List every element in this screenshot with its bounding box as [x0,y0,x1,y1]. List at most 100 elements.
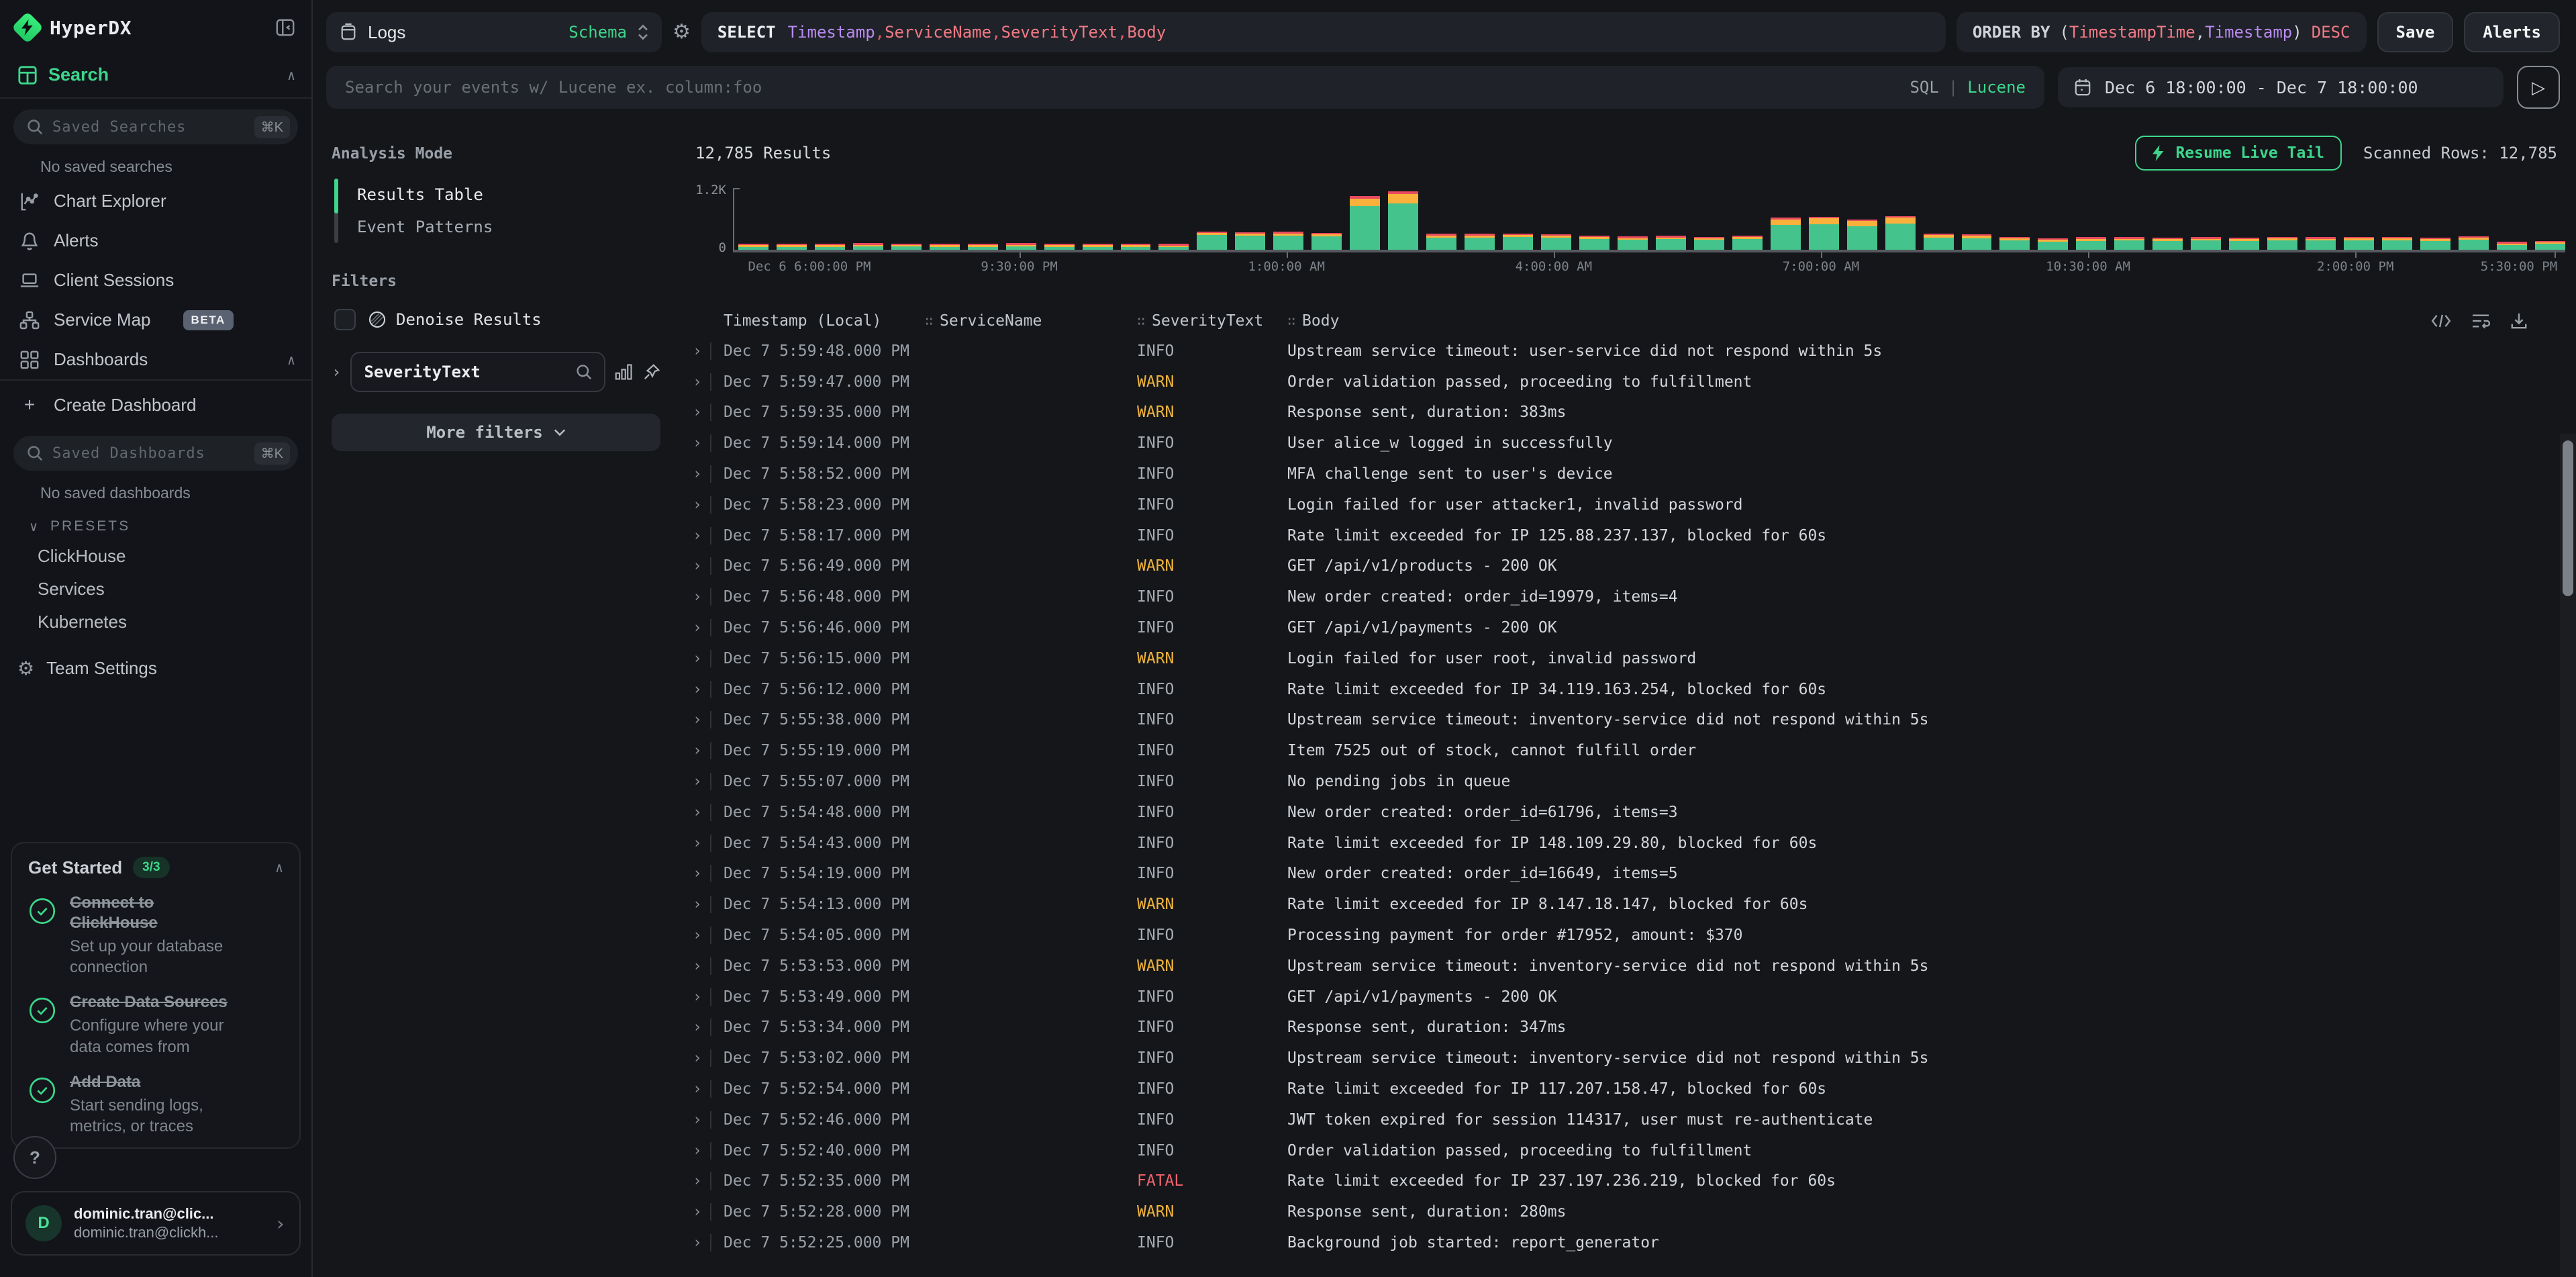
chart-bar[interactable] [2459,236,2489,250]
help-button[interactable]: ? [13,1136,56,1179]
sidebar-item-alerts[interactable]: Alerts [0,221,311,261]
mode-event-patterns[interactable]: Event Patterns [338,211,493,243]
chart-bar[interactable] [1350,196,1380,250]
saved-dashboards-input[interactable]: Saved Dashboards ⌘K [13,436,298,471]
preset-services[interactable]: Services [0,573,311,606]
row-expand-chevron-icon[interactable]: › [693,742,710,759]
table-row[interactable]: ›Dec 7 5:56:48.000 PMINFONew order creat… [693,581,2576,612]
table-row[interactable]: ›Dec 7 5:56:15.000 PMWARNLogin failed fo… [693,643,2576,674]
chart-bar[interactable] [2306,237,2336,250]
chart-bar[interactable] [1197,232,1227,250]
denoise-checkbox[interactable] [334,309,356,330]
table-row[interactable]: ›Dec 7 5:59:47.000 PMWARNOrder validatio… [693,367,2576,397]
table-row[interactable]: ›Dec 7 5:58:23.000 PMINFOLogin failed fo… [693,489,2576,520]
chart-bar[interactable] [815,244,845,250]
chart-bar[interactable] [2191,237,2221,250]
table-row[interactable]: ›Dec 7 5:56:46.000 PMINFOGET /api/v1/pay… [693,612,2576,643]
row-expand-chevron-icon[interactable]: › [693,588,710,606]
chart-bar[interactable] [1503,234,1533,250]
chart-bar[interactable] [1388,191,1418,250]
table-row[interactable]: ›Dec 7 5:54:13.000 PMWARNRate limit exce… [693,889,2576,920]
chart-bar[interactable] [1924,234,1954,250]
table-row[interactable]: ›Dec 7 5:58:52.000 PMINFOMFA challenge s… [693,459,2576,489]
chart-bar[interactable] [1885,216,1916,250]
chart-bar[interactable] [2076,237,2106,250]
row-expand-chevron-icon[interactable]: › [693,1049,710,1067]
user-menu[interactable]: D dominic.tran@clic... dominic.tran@clic… [11,1191,301,1256]
more-filters-button[interactable]: More filters [332,414,660,451]
row-expand-chevron-icon[interactable]: › [693,711,710,728]
sql-option[interactable]: SQL [1910,78,1938,97]
col-header-body[interactable]: ∷Body [1287,312,2431,330]
row-expand-chevron-icon[interactable]: › [693,957,710,975]
row-expand-chevron-icon[interactable]: › [693,1203,710,1221]
row-expand-chevron-icon[interactable]: › [693,1080,710,1098]
select-query-input[interactable]: SELECT Timestamp,ServiceName,SeverityTex… [701,12,1946,52]
table-row[interactable]: ›Dec 7 5:55:19.000 PMINFOItem 7525 out o… [693,735,2576,766]
row-expand-chevron-icon[interactable]: › [693,927,710,944]
create-dashboard-button[interactable]: + Create Dashboard [0,381,311,425]
chart-bar[interactable] [1847,220,1877,250]
chart-bar[interactable] [1006,243,1036,250]
sidebar-item-team-settings[interactable]: ⚙ Team Settings [0,638,311,690]
chart-bar[interactable] [2114,237,2144,250]
chart-bar[interactable] [1694,237,1724,250]
row-expand-chevron-icon[interactable]: › [693,1142,710,1160]
chart-bar[interactable] [968,244,998,250]
row-expand-chevron-icon[interactable]: › [693,1172,710,1190]
chart-bar[interactable] [853,243,883,250]
table-row[interactable]: ›Dec 7 5:52:46.000 PMINFOJWT token expir… [693,1104,2576,1135]
chart-bar[interactable] [1235,232,1265,250]
row-expand-chevron-icon[interactable]: › [693,373,710,391]
sidebar-item-service-map[interactable]: Service Map BETA [0,300,311,340]
sidebar-item-chart-explorer[interactable]: Chart Explorer [0,181,311,221]
chart-bar[interactable] [1962,234,1992,250]
chevron-up-icon[interactable]: ∧ [287,67,295,83]
save-button[interactable]: Save [2377,12,2454,52]
chart-bar[interactable] [2382,237,2412,250]
preset-clickhouse[interactable]: ClickHouse [0,540,311,573]
row-expand-chevron-icon[interactable]: › [693,404,710,421]
chart-bar[interactable] [1273,232,1303,250]
table-row[interactable]: ›Dec 7 5:52:35.000 PMFATALRate limit exc… [693,1166,2576,1197]
source-settings-gear-icon[interactable]: ⚙ [673,22,691,42]
resume-live-tail-button[interactable]: Resume Live Tail [2135,136,2342,171]
table-row[interactable]: ›Dec 7 5:59:14.000 PMINFOUser alice_w lo… [693,428,2576,459]
run-query-button[interactable]: ▷ [2517,66,2560,109]
row-expand-chevron-icon[interactable]: › [693,342,710,360]
table-row[interactable]: ›Dec 7 5:54:43.000 PMINFORate limit exce… [693,828,2576,859]
source-select[interactable]: Logs Schema [326,12,662,52]
row-expand-chevron-icon[interactable]: › [693,1111,710,1129]
chart-bar[interactable] [1311,233,1342,250]
language-toggle[interactable]: SQL|Lucene [1910,78,2026,97]
table-row[interactable]: ›Dec 7 5:52:28.000 PMWARNResponse sent, … [693,1196,2576,1227]
sidebar-collapse-icon[interactable] [275,17,295,38]
table-row[interactable]: ›Dec 7 5:52:40.000 PMINFOOrder validatio… [693,1135,2576,1166]
chart-bar[interactable] [738,244,769,250]
chart-bar[interactable] [1426,234,1456,250]
row-expand-chevron-icon[interactable]: › [693,681,710,698]
chevron-up-icon[interactable]: ∧ [287,352,295,368]
chart-bar[interactable] [1158,244,1189,250]
alerts-button[interactable]: Alerts [2464,12,2560,52]
chart-bar[interactable] [891,244,922,250]
chevron-right-icon[interactable]: › [332,363,341,381]
table-row[interactable]: ›Dec 7 5:55:07.000 PMINFONo pending jobs… [693,766,2576,797]
event-search-input[interactable]: Search your events w/ Lucene ex. column:… [326,66,2044,109]
sidebar-item-search[interactable]: Search ∧ [0,52,311,97]
mode-results-table[interactable]: Results Table [338,179,493,211]
table-row[interactable]: ›Dec 7 5:52:54.000 PMINFORate limit exce… [693,1074,2576,1104]
col-header-severitytext[interactable]: ∷SeverityText [1137,312,1287,330]
chart-bar[interactable] [2038,238,2068,250]
chart-bar[interactable] [2420,238,2450,250]
chart-bar[interactable] [2229,238,2259,250]
chart-bar[interactable] [2535,241,2565,250]
drag-handle-icon[interactable]: ∷ [1287,313,1295,329]
table-row[interactable]: ›Dec 7 5:53:34.000 PMINFOResponse sent, … [693,1012,2576,1043]
chart-bar[interactable] [930,244,960,250]
chart-bar[interactable] [2267,237,2297,250]
chart-bars-icon[interactable] [615,363,634,381]
severity-filter-search[interactable]: SeverityText [350,352,605,392]
scrollbar-thumb[interactable] [2563,440,2573,596]
row-expand-chevron-icon[interactable]: › [693,773,710,790]
